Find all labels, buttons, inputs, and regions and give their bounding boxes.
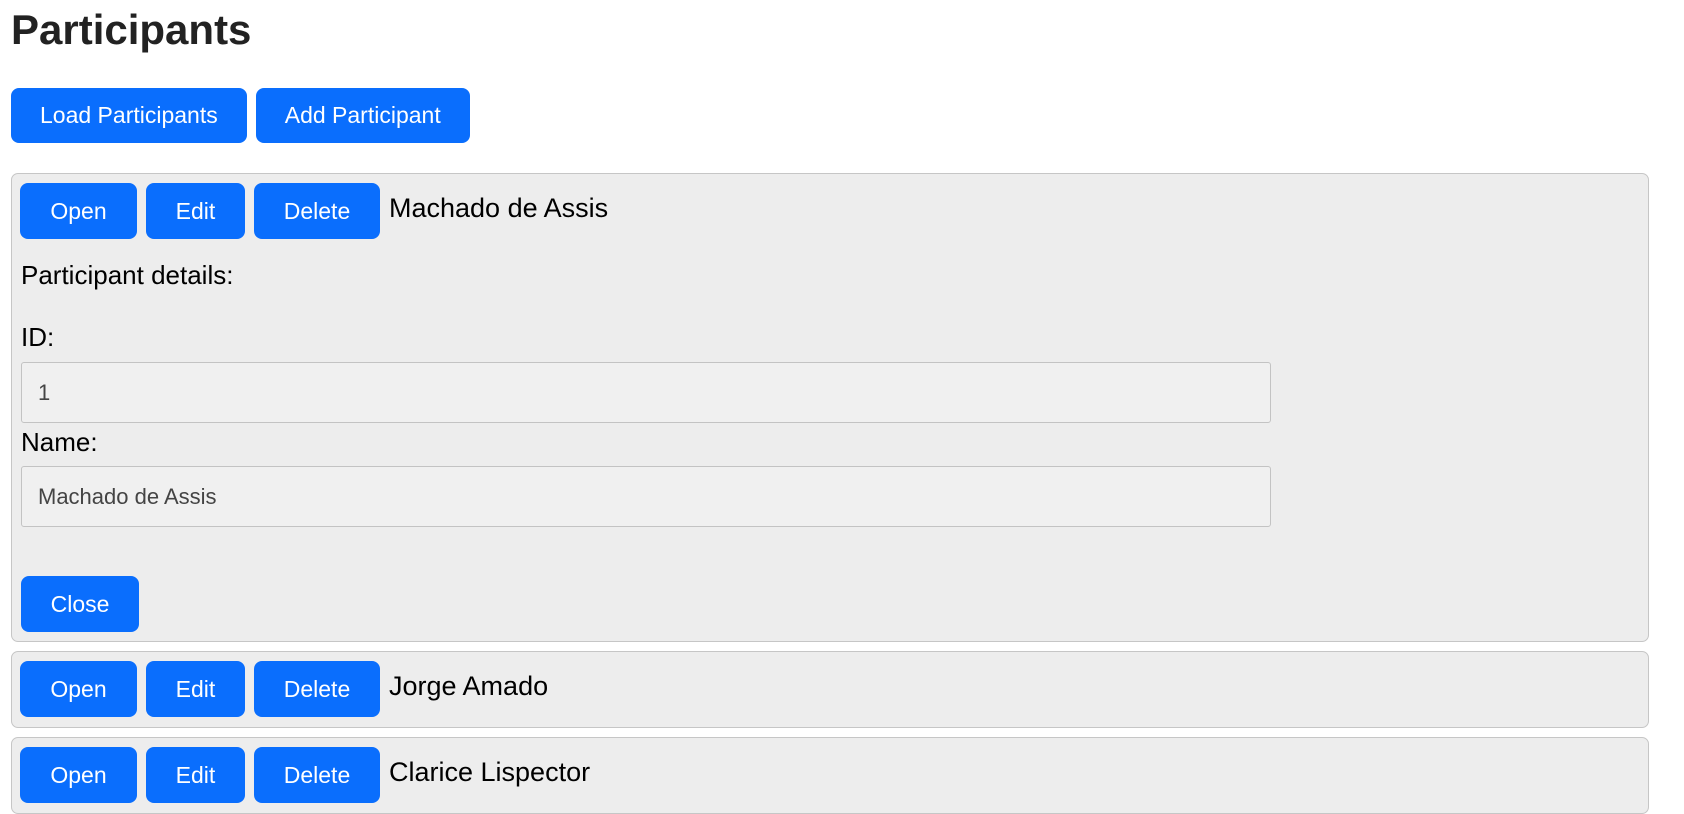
id-field[interactable] (21, 362, 1271, 423)
participant-name: Jorge Amado (389, 670, 549, 701)
participant-card: Open Edit Delete Jorge Amado (11, 651, 1649, 728)
name-field[interactable] (21, 466, 1271, 527)
participant-card: Open Edit Delete Machado de Assis Partic… (11, 173, 1649, 642)
participant-card: Open Edit Delete Clarice Lispector (11, 737, 1649, 814)
edit-button[interactable]: Edit (146, 183, 245, 239)
id-label: ID: (21, 322, 55, 352)
name-label: Name: (21, 427, 98, 457)
close-button[interactable]: Close (21, 576, 139, 632)
load-participants-button[interactable]: Load Participants (11, 88, 247, 143)
delete-button[interactable]: Delete (254, 661, 380, 717)
open-button[interactable]: Open (20, 183, 137, 239)
delete-button[interactable]: Delete (254, 183, 380, 239)
add-participant-button[interactable]: Add Participant (255, 88, 470, 143)
delete-button[interactable]: Delete (254, 747, 380, 803)
edit-button[interactable]: Edit (146, 747, 245, 803)
edit-button[interactable]: Edit (146, 661, 245, 717)
open-button[interactable]: Open (20, 747, 137, 803)
participant-name: Clarice Lispector (389, 756, 591, 787)
open-button[interactable]: Open (20, 661, 137, 717)
participant-name: Machado de Assis (389, 192, 609, 223)
page-title: Participants (11, 6, 252, 53)
toolbar: Load Participants Add Participant (11, 88, 470, 143)
details-heading: Participant details: (21, 260, 234, 290)
